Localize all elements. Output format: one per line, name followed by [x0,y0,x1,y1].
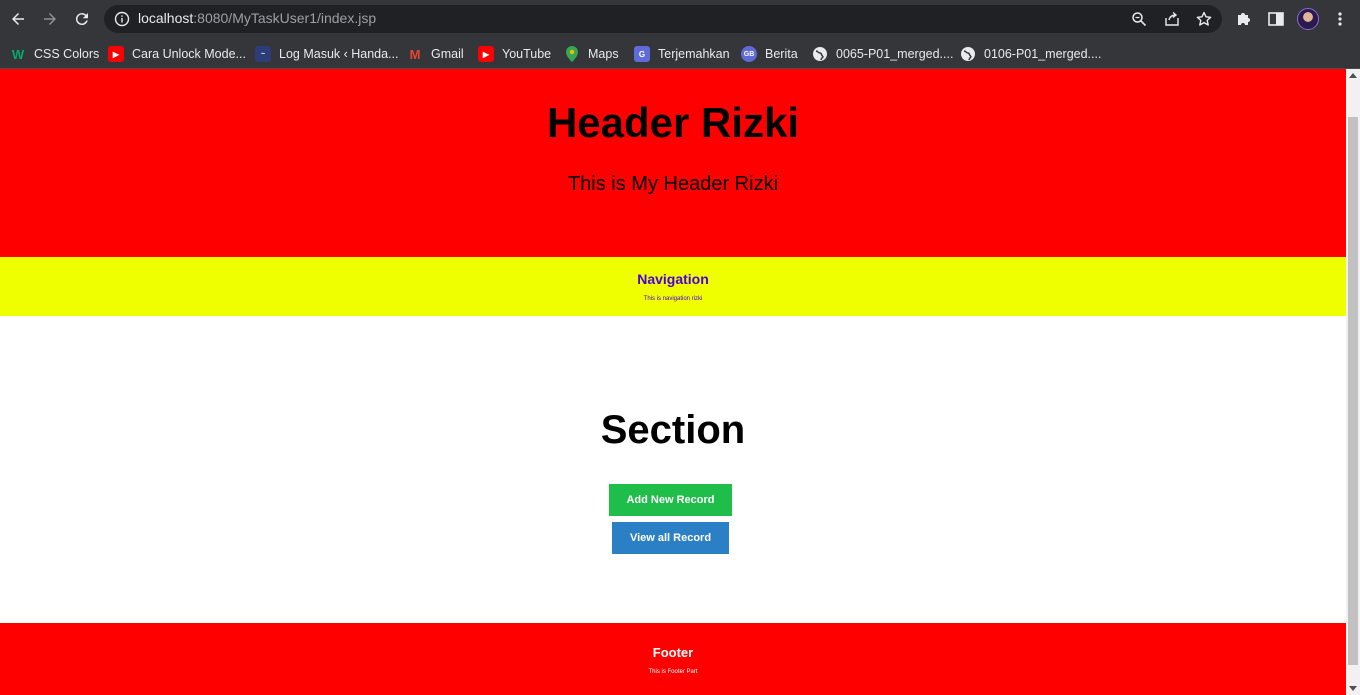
bookmark-label: Cara Unlock Mode... [132,47,246,61]
header-title: Header Rizki [546,99,800,146]
page-section: Section Add New Record View all Record [0,316,1346,623]
bookmark-0065[interactable]: 0065-P01_merged.... [812,43,953,65]
forward-icon[interactable] [38,7,62,31]
bookmark-label: 0065-P01_merged.... [836,47,954,61]
bookmark-label: YouTube [502,47,552,61]
page-footer: Footer This is Footer Part [0,623,1346,695]
scroll-thumb[interactable] [1348,117,1358,665]
zoom-icon[interactable] [1131,11,1147,27]
bookmark-berita[interactable]: GB Berita [741,43,798,65]
globe-icon [812,46,828,62]
site-icon: ~ [255,46,271,62]
page-viewport: Header Rizki This is My Header Rizki Nav… [0,69,1346,695]
news-icon: GB [741,46,757,62]
bookmark-star-icon[interactable] [1196,11,1212,27]
view-all-record-button[interactable]: View all Record [612,522,729,554]
page-nav: Navigation This is navigation rizki [0,257,1346,316]
side-panel-icon[interactable] [1267,10,1285,28]
nav-title: Navigation [637,271,709,287]
footer-text: This is Footer Part [648,669,698,675]
gmail-icon: M [409,46,421,62]
youtube-icon: ▶ [478,46,494,62]
scroll-down-icon[interactable] [1349,686,1357,691]
bookmark-label: Log Masuk ‹ Handa... [279,47,399,61]
profile-avatar[interactable] [1297,8,1319,30]
section-title: Section [600,408,746,452]
translate-icon: G [634,46,650,62]
bookmarks-bar: W CSS Colors ▶ Cara Unlock Mode... ~ Log… [0,38,1360,69]
extensions-icon[interactable] [1235,10,1253,28]
bookmark-css-colors[interactable]: W CSS Colors [10,43,99,65]
bookmark-label: Terjemahkan [658,47,730,61]
back-icon[interactable] [6,7,30,31]
nav-text: This is navigation rizki [643,296,703,302]
header-subtitle: This is My Header Rizki [567,173,779,195]
share-icon[interactable] [1164,11,1180,27]
bookmark-label: CSS Colors [34,47,100,61]
bookmark-youtube[interactable]: ▶ YouTube [478,43,551,65]
bookmark-gmail[interactable]: M Gmail [407,43,464,65]
bookmark-0106[interactable]: 0106-P01_merged.... [960,43,1101,65]
reload-icon[interactable] [70,7,94,31]
url-text: localhost:8080/MyTaskUser1/index.jsp [138,10,377,26]
bookmark-label: Maps [588,47,619,61]
address-bar[interactable]: localhost:8080/MyTaskUser1/index.jsp [104,5,1222,33]
bookmark-log-masuk[interactable]: ~ Log Masuk ‹ Handa... [255,43,399,65]
bookmark-label: 0106-P01_merged.... [984,47,1102,61]
page-scrollbar[interactable] [1346,69,1360,695]
scroll-up-icon[interactable] [1349,73,1357,78]
youtube-icon: ▶ [108,46,124,62]
browser-toolbar: localhost:8080/MyTaskUser1/index.jsp [0,0,1360,38]
bookmark-maps[interactable]: Maps [564,43,619,65]
globe-icon [960,46,976,62]
add-new-record-button[interactable]: Add New Record [609,484,732,516]
bookmark-cara-unlock[interactable]: ▶ Cara Unlock Mode... [108,43,246,65]
bookmark-label: Berita [765,47,798,61]
page-header: Header Rizki This is My Header Rizki [0,69,1346,257]
maps-icon [564,46,580,62]
site-info-icon[interactable] [114,11,130,27]
footer-title: Footer [652,645,694,660]
w3-icon: W [11,46,25,62]
bookmark-terjemahkan[interactable]: G Terjemahkan [634,43,730,65]
menu-icon[interactable] [1331,10,1349,28]
bookmark-label: Gmail [431,47,464,61]
